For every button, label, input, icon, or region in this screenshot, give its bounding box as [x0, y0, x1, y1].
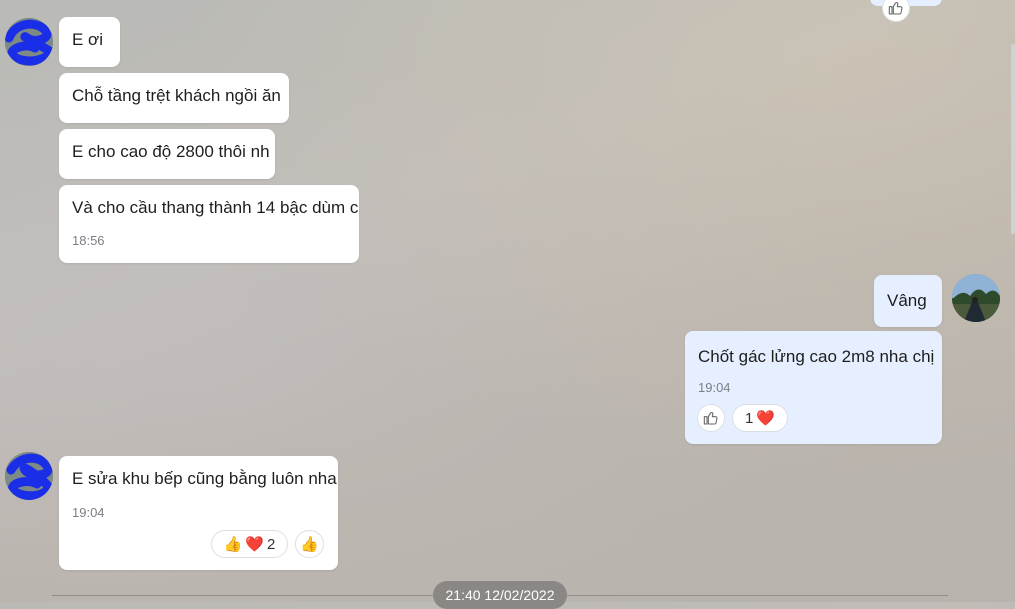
message-bubble-incoming[interactable]: E sửa khu bếp cũng bằng luôn nha 19:04 👍…: [59, 456, 338, 570]
message-time: 19:04: [698, 380, 731, 395]
date-divider: 21:40 12/02/2022: [433, 581, 567, 609]
message-text: E cho cao độ 2800 thôi nh: [72, 142, 270, 161]
like-reaction-button[interactable]: [697, 404, 725, 432]
thumbs-up-icon: 👍: [223, 535, 243, 553]
sender-avatar[interactable]: [5, 452, 53, 500]
reaction-count: 1: [744, 409, 754, 427]
quick-like-button[interactable]: 👍: [295, 530, 324, 558]
thumbs-up-icon: 👍: [300, 535, 319, 553]
heart-icon: ❤️: [756, 409, 776, 427]
like-outline-icon: [703, 412, 718, 425]
message-text: Và cho cầu thang thành 14 bậc dùm c: [72, 198, 359, 217]
message-bubble-outgoing[interactable]: Vâng: [874, 275, 942, 327]
message-text: E sửa khu bếp cũng bằng luôn nha: [72, 469, 337, 488]
message-text: E ơi: [72, 30, 103, 49]
message-text: Chốt gác lửng cao 2m8 nha chị: [698, 347, 935, 366]
reaction-summary[interactable]: 👍 ❤️ 2: [211, 530, 288, 558]
reaction-count: 2: [267, 535, 276, 553]
avatar-scribble: [5, 452, 53, 500]
message-bubble-incoming[interactable]: E ơi: [59, 17, 120, 67]
avatar-scribble: [5, 18, 53, 66]
sender-avatar[interactable]: [5, 18, 53, 66]
message-bubble-incoming[interactable]: Chỗ tầng trệt khách ngồi ăn: [59, 73, 289, 123]
heart-icon: ❤️: [245, 535, 265, 553]
own-avatar[interactable]: [952, 274, 1000, 322]
like-outline-icon: [888, 2, 903, 15]
message-bubble-incoming[interactable]: E cho cao độ 2800 thôi nh: [59, 129, 275, 179]
message-text: Vâng: [887, 291, 927, 310]
reaction-summary[interactable]: 1 ❤️: [732, 404, 788, 432]
message-time: 18:56: [72, 233, 105, 248]
avatar-photo: [952, 274, 1000, 322]
message-text: Chỗ tầng trệt khách ngồi ăn: [72, 86, 281, 105]
scrollbar[interactable]: [1011, 44, 1015, 234]
message-bubble-incoming[interactable]: Và cho cầu thang thành 14 bậc dùm c 18:5…: [59, 185, 359, 263]
message-bubble-outgoing[interactable]: Chốt gác lửng cao 2m8 nha chị 19:04 1 ❤️: [685, 331, 942, 444]
message-time: 19:04: [72, 505, 105, 520]
